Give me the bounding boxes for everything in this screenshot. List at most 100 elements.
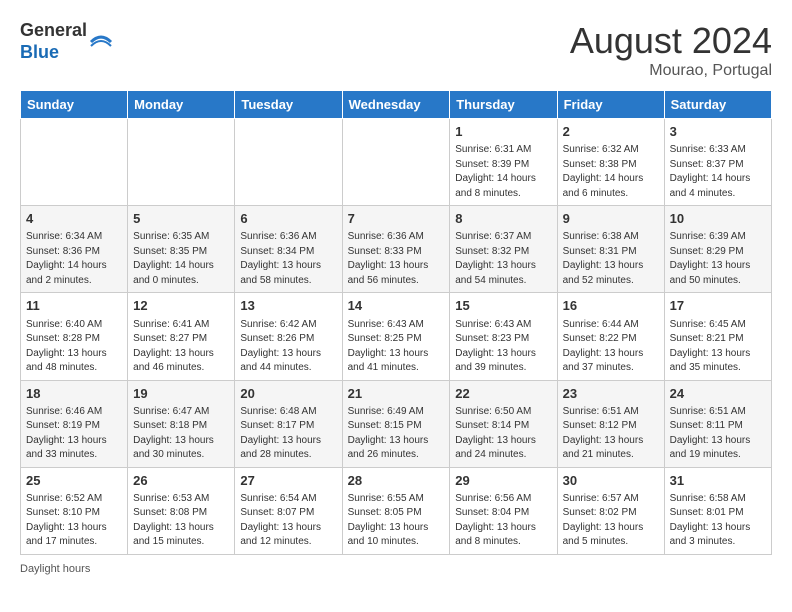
day-cell: 8 Sunrise: 6:37 AM Sunset: 8:32 PM Daylig… <box>450 206 557 293</box>
day-info: Sunrise: 6:46 AM Sunset: 8:19 PM Dayligh… <box>26 405 122 463</box>
day-number: 25 <box>26 472 122 490</box>
day-info: Sunrise: 6:58 AM Sunset: 8:01 PM Dayligh… <box>670 492 766 550</box>
footer: Daylight hours <box>20 563 772 575</box>
day-number: 31 <box>670 472 766 490</box>
calendar-body: 1 Sunrise: 6:31 AM Sunset: 8:39 PM Daylig… <box>21 119 772 555</box>
col-header-saturday: Saturday <box>664 91 771 119</box>
day-number: 11 <box>26 297 122 315</box>
title-block: August 2024 Mourao, Portugal <box>570 20 772 80</box>
day-number: 24 <box>670 385 766 403</box>
day-cell: 9Sunrise: 6:38 AM Sunset: 8:31 PM Daylig… <box>557 206 664 293</box>
day-cell: 31 Sunrise: 6:58 AM Sunset: 8:01 PM Dayli… <box>664 467 771 554</box>
day-info: Sunrise: 6:55 AM Sunset: 8:05 PM Dayligh… <box>348 492 445 550</box>
day-cell <box>128 119 235 206</box>
day-number: 8 <box>455 210 551 228</box>
day-info: Sunrise: 6:57 AM Sunset: 8:02 PM Dayligh… <box>563 492 659 550</box>
day-number: 13 <box>240 297 336 315</box>
day-info: Sunrise: 6:50 AM Sunset: 8:14 PM Dayligh… <box>455 405 551 463</box>
day-number: 27 <box>240 472 336 490</box>
day-info: Sunrise: 6:41 AM Sunset: 8:27 PM Dayligh… <box>133 318 229 376</box>
day-number: 26 <box>133 472 229 490</box>
day-info: Sunrise: 6:51 AM Sunset: 8:12 PM Dayligh… <box>563 405 659 463</box>
day-info: Sunrise: 6:35 AM Sunset: 8:35 PM Dayligh… <box>133 230 229 288</box>
day-cell: 22 Sunrise: 6:50 AM Sunset: 8:14 PM Dayli… <box>450 380 557 467</box>
day-info: Sunrise: 6:43 AM Sunset: 8:23 PM Dayligh… <box>455 318 551 376</box>
day-cell: 16 Sunrise: 6:44 AM Sunset: 8:22 PM Dayli… <box>557 293 664 380</box>
day-number: 20 <box>240 385 336 403</box>
header-row: SundayMondayTuesdayWednesdayThursdayFrid… <box>21 91 772 119</box>
col-header-sunday: Sunday <box>21 91 128 119</box>
col-header-tuesday: Tuesday <box>235 91 342 119</box>
day-number: 4 <box>26 210 122 228</box>
day-cell: 26 Sunrise: 6:53 AM Sunset: 8:08 PM Dayli… <box>128 467 235 554</box>
day-info: Sunrise: 6:42 AM Sunset: 8:26 PM Dayligh… <box>240 318 336 376</box>
day-cell: 18Sunrise: 6:46 AM Sunset: 8:19 PM Dayli… <box>21 380 128 467</box>
day-info: Sunrise: 6:32 AM Sunset: 8:38 PM Dayligh… <box>563 143 659 201</box>
day-number: 14 <box>348 297 445 315</box>
day-cell: 17 Sunrise: 6:45 AM Sunset: 8:21 PM Dayli… <box>664 293 771 380</box>
day-cell: 11 Sunrise: 6:40 AM Sunset: 8:28 PM Dayli… <box>21 293 128 380</box>
day-cell: 15Sunrise: 6:43 AM Sunset: 8:23 PM Dayli… <box>450 293 557 380</box>
calendar-header: SundayMondayTuesdayWednesdayThursdayFrid… <box>21 91 772 119</box>
day-info: Sunrise: 6:44 AM Sunset: 8:22 PM Dayligh… <box>563 318 659 376</box>
col-header-friday: Friday <box>557 91 664 119</box>
day-cell: 2 Sunrise: 6:32 AM Sunset: 8:38 PM Daylig… <box>557 119 664 206</box>
day-number: 21 <box>348 385 445 403</box>
day-info: Sunrise: 6:31 AM Sunset: 8:39 PM Dayligh… <box>455 143 551 201</box>
day-number: 29 <box>455 472 551 490</box>
day-info: Sunrise: 6:39 AM Sunset: 8:29 PM Dayligh… <box>670 230 766 288</box>
footer-text: Daylight hours <box>20 563 90 575</box>
day-cell <box>21 119 128 206</box>
col-header-thursday: Thursday <box>450 91 557 119</box>
day-cell: 14 Sunrise: 6:43 AM Sunset: 8:25 PM Dayli… <box>342 293 450 380</box>
day-info: Sunrise: 6:34 AM Sunset: 8:36 PM Dayligh… <box>26 230 122 288</box>
day-cell: 12 Sunrise: 6:41 AM Sunset: 8:27 PM Dayli… <box>128 293 235 380</box>
day-number: 28 <box>348 472 445 490</box>
week-row-1: 1 Sunrise: 6:31 AM Sunset: 8:39 PM Daylig… <box>21 119 772 206</box>
col-header-monday: Monday <box>128 91 235 119</box>
day-info: Sunrise: 6:45 AM Sunset: 8:21 PM Dayligh… <box>670 318 766 376</box>
day-cell: 6Sunrise: 6:36 AM Sunset: 8:34 PM Daylig… <box>235 206 342 293</box>
day-cell: 19Sunrise: 6:47 AM Sunset: 8:18 PM Dayli… <box>128 380 235 467</box>
day-number: 5 <box>133 210 229 228</box>
day-number: 2 <box>563 123 659 141</box>
day-info: Sunrise: 6:51 AM Sunset: 8:11 PM Dayligh… <box>670 405 766 463</box>
day-info: Sunrise: 6:54 AM Sunset: 8:07 PM Dayligh… <box>240 492 336 550</box>
day-cell: 10 Sunrise: 6:39 AM Sunset: 8:29 PM Dayli… <box>664 206 771 293</box>
day-info: Sunrise: 6:53 AM Sunset: 8:08 PM Dayligh… <box>133 492 229 550</box>
day-cell: 20 Sunrise: 6:48 AM Sunset: 8:17 PM Dayli… <box>235 380 342 467</box>
day-number: 12 <box>133 297 229 315</box>
day-number: 10 <box>670 210 766 228</box>
day-number: 6 <box>240 210 336 228</box>
day-number: 3 <box>670 123 766 141</box>
day-number: 1 <box>455 123 551 141</box>
day-info: Sunrise: 6:43 AM Sunset: 8:25 PM Dayligh… <box>348 318 445 376</box>
week-row-4: 18Sunrise: 6:46 AM Sunset: 8:19 PM Dayli… <box>21 380 772 467</box>
day-cell: 13 Sunrise: 6:42 AM Sunset: 8:26 PM Dayli… <box>235 293 342 380</box>
day-number: 16 <box>563 297 659 315</box>
day-info: Sunrise: 6:36 AM Sunset: 8:33 PM Dayligh… <box>348 230 445 288</box>
day-cell: 27 Sunrise: 6:54 AM Sunset: 8:07 PM Dayli… <box>235 467 342 554</box>
logo: General Blue <box>20 20 113 63</box>
week-row-5: 25Sunrise: 6:52 AM Sunset: 8:10 PM Dayli… <box>21 467 772 554</box>
day-number: 23 <box>563 385 659 403</box>
day-cell: 7Sunrise: 6:36 AM Sunset: 8:33 PM Daylig… <box>342 206 450 293</box>
day-info: Sunrise: 6:37 AM Sunset: 8:32 PM Dayligh… <box>455 230 551 288</box>
day-number: 30 <box>563 472 659 490</box>
day-cell <box>235 119 342 206</box>
logo-text: General Blue <box>20 20 113 63</box>
day-info: Sunrise: 6:48 AM Sunset: 8:17 PM Dayligh… <box>240 405 336 463</box>
day-cell: 29 Sunrise: 6:56 AM Sunset: 8:04 PM Dayli… <box>450 467 557 554</box>
col-header-wednesday: Wednesday <box>342 91 450 119</box>
week-row-3: 11 Sunrise: 6:40 AM Sunset: 8:28 PM Dayli… <box>21 293 772 380</box>
month-title: August 2024 <box>570 20 772 62</box>
day-info: Sunrise: 6:56 AM Sunset: 8:04 PM Dayligh… <box>455 492 551 550</box>
day-number: 19 <box>133 385 229 403</box>
day-cell: 5 Sunrise: 6:35 AM Sunset: 8:35 PM Daylig… <box>128 206 235 293</box>
week-row-2: 4 Sunrise: 6:34 AM Sunset: 8:36 PM Daylig… <box>21 206 772 293</box>
day-number: 22 <box>455 385 551 403</box>
day-info: Sunrise: 6:40 AM Sunset: 8:28 PM Dayligh… <box>26 318 122 376</box>
day-number: 17 <box>670 297 766 315</box>
day-cell: 1 Sunrise: 6:31 AM Sunset: 8:39 PM Daylig… <box>450 119 557 206</box>
day-info: Sunrise: 6:33 AM Sunset: 8:37 PM Dayligh… <box>670 143 766 201</box>
